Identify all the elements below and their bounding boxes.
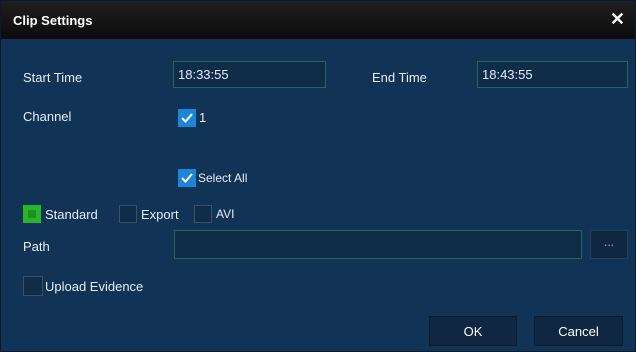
title-bar: Clip Settings ✕ [1,1,635,39]
channel-label: Channel [23,109,72,124]
selected-indicator [28,210,36,218]
close-icon[interactable]: ✕ [610,10,625,28]
select-all-label: Select All [198,171,248,185]
path-input[interactable] [174,230,582,259]
start-time-label: Start Time [23,70,83,85]
format-standard-option[interactable] [23,205,41,223]
channel-1-label: 1 [199,110,207,125]
end-time-input[interactable] [477,61,628,88]
clip-settings-dialog: Clip Settings ✕ Start Time End Time Chan… [0,0,636,352]
format-standard-label: Standard [45,207,98,222]
format-avi-option[interactable] [194,205,212,223]
dialog-title: Clip Settings [13,13,93,28]
check-icon [181,113,193,123]
select-all-checkbox[interactable] [178,169,196,187]
ok-button[interactable]: OK [429,316,517,346]
browse-button[interactable]: ... [590,230,628,259]
check-icon [181,173,193,183]
start-time-input[interactable] [173,61,326,88]
channel-1-checkbox[interactable] [178,109,196,127]
format-export-option[interactable] [119,205,137,223]
format-avi-label: AVI [216,207,235,221]
path-label: Path [23,239,50,254]
upload-evidence-label: Upload Evidence [45,279,144,294]
format-export-label: Export [141,207,179,222]
cancel-button[interactable]: Cancel [534,316,623,346]
upload-evidence-checkbox[interactable] [23,276,43,296]
end-time-label: End Time [372,70,427,85]
